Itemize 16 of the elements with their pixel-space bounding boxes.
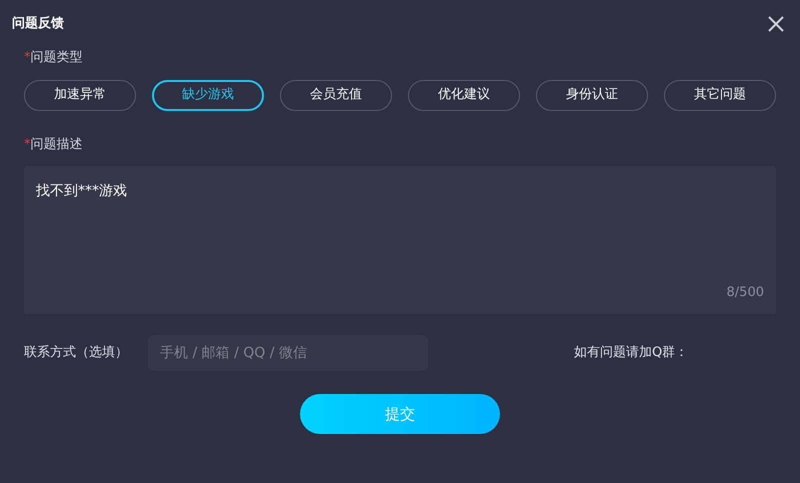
category-tab[interactable]: 其它问题 bbox=[664, 80, 776, 110]
category-tab[interactable]: 缺少游戏 bbox=[152, 80, 264, 110]
field-label: *问题描述 bbox=[24, 136, 84, 154]
category-tab[interactable]: 会员充值 bbox=[280, 80, 392, 110]
contact-label: 联系方式（选填） bbox=[24, 344, 129, 362]
close-icon[interactable] bbox=[766, 14, 786, 34]
char-counter: 8/500 bbox=[726, 284, 764, 302]
group-hint: 如有问题请加Q群： bbox=[574, 344, 688, 362]
contact-field[interactable]: 手机 / 邮箱 / QQ / 微信 bbox=[148, 335, 428, 371]
description-text: 找不到***游戏 bbox=[36, 183, 127, 199]
category-tab[interactable]: 身份认证 bbox=[536, 80, 648, 110]
window-title: 问题反馈 bbox=[12, 15, 64, 34]
field-label: *问题类型 bbox=[24, 49, 84, 67]
category-tab[interactable]: 优化建议 bbox=[408, 80, 520, 110]
category-tab[interactable]: 加速异常 bbox=[24, 80, 136, 110]
description-textarea[interactable]: 找不到***游戏 8/500 bbox=[24, 166, 776, 314]
